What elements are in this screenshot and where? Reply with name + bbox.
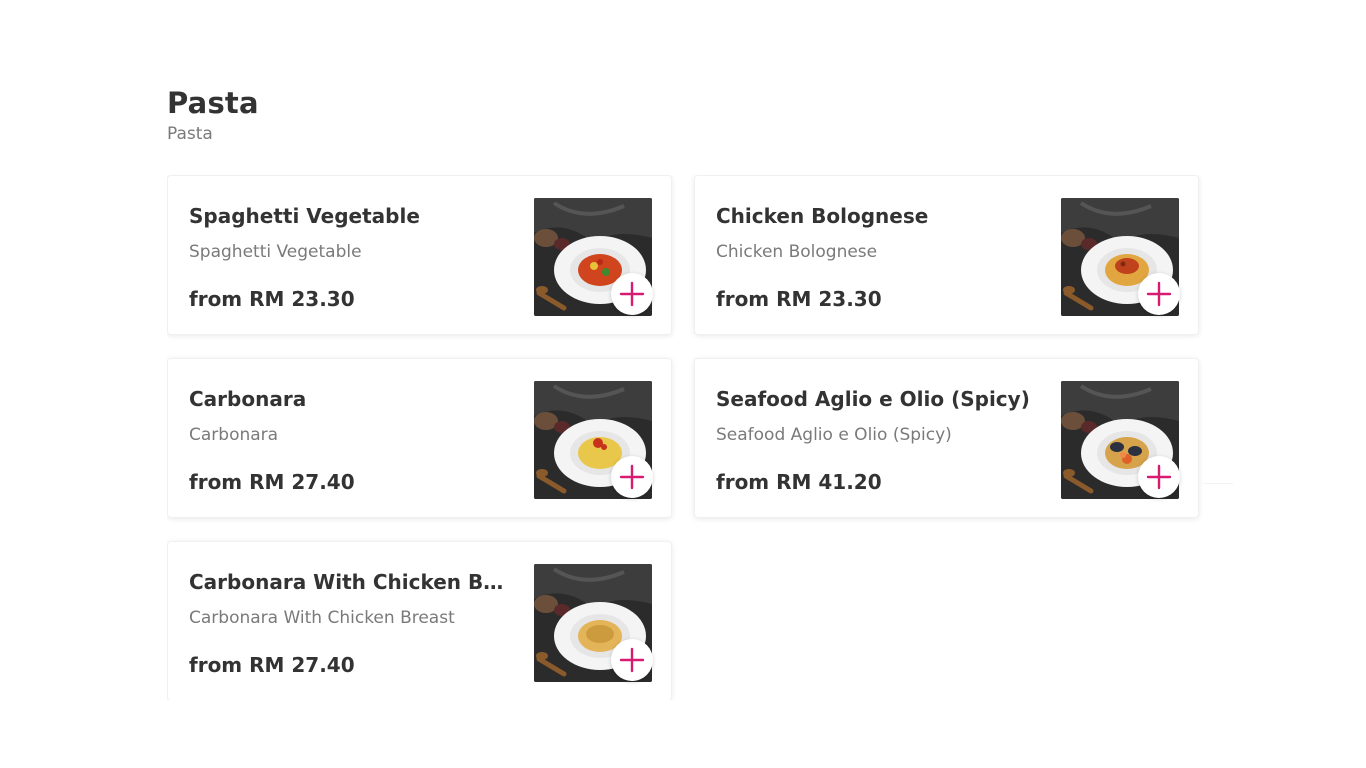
menu-item-description: Spaghetti Vegetable bbox=[189, 242, 362, 262]
add-to-cart-button[interactable] bbox=[1138, 273, 1180, 315]
plus-icon bbox=[1146, 464, 1172, 490]
menu-item-price: from RM 23.30 bbox=[716, 287, 882, 311]
add-to-cart-button[interactable] bbox=[611, 456, 653, 498]
add-to-cart-button[interactable] bbox=[611, 273, 653, 315]
menu-item-description: Seafood Aglio e Olio (Spicy) bbox=[716, 425, 952, 445]
menu-item-description: Carbonara With Chicken Breast bbox=[189, 608, 455, 628]
menu-item-grid: Spaghetti Vegetable Spaghetti Vegetable … bbox=[167, 175, 1207, 700]
menu-item-price: from RM 41.20 bbox=[716, 470, 882, 494]
menu-item-name: Chicken Bolognese bbox=[716, 204, 929, 228]
add-to-cart-button[interactable] bbox=[611, 639, 653, 681]
menu-item-card[interactable]: Carbonara Carbonara from RM 27.40 bbox=[167, 358, 672, 518]
menu-item-description: Chicken Bolognese bbox=[716, 242, 878, 262]
add-to-cart-button[interactable] bbox=[1138, 456, 1180, 498]
plus-icon bbox=[1146, 281, 1172, 307]
menu-item-card[interactable]: Spaghetti Vegetable Spaghetti Vegetable … bbox=[167, 175, 672, 335]
section-subtitle: Pasta bbox=[167, 124, 213, 144]
menu-item-name: Spaghetti Vegetable bbox=[189, 204, 420, 228]
divider bbox=[1203, 483, 1233, 484]
menu-item-name: Carbonara With Chicken Breast bbox=[189, 570, 509, 594]
menu-item-name: Carbonara bbox=[189, 387, 307, 411]
menu-item-price: from RM 23.30 bbox=[189, 287, 355, 311]
plus-icon bbox=[619, 647, 645, 673]
menu-item-description: Carbonara bbox=[189, 425, 279, 445]
menu-item-card[interactable]: Carbonara With Chicken Breast Carbonara … bbox=[167, 541, 672, 700]
menu-item-price: from RM 27.40 bbox=[189, 653, 355, 677]
plus-icon bbox=[619, 464, 645, 490]
menu-item-card[interactable]: Chicken Bolognese Chicken Bolognese from… bbox=[694, 175, 1199, 335]
section-title: Pasta bbox=[167, 86, 259, 120]
menu-section-header: Pasta Pasta bbox=[167, 84, 1207, 146]
plus-icon bbox=[619, 281, 645, 307]
menu-item-card[interactable]: Seafood Aglio e Olio (Spicy) Seafood Agl… bbox=[694, 358, 1199, 518]
menu-item-name: Seafood Aglio e Olio (Spicy) bbox=[716, 387, 1030, 411]
menu-item-price: from RM 27.40 bbox=[189, 470, 355, 494]
